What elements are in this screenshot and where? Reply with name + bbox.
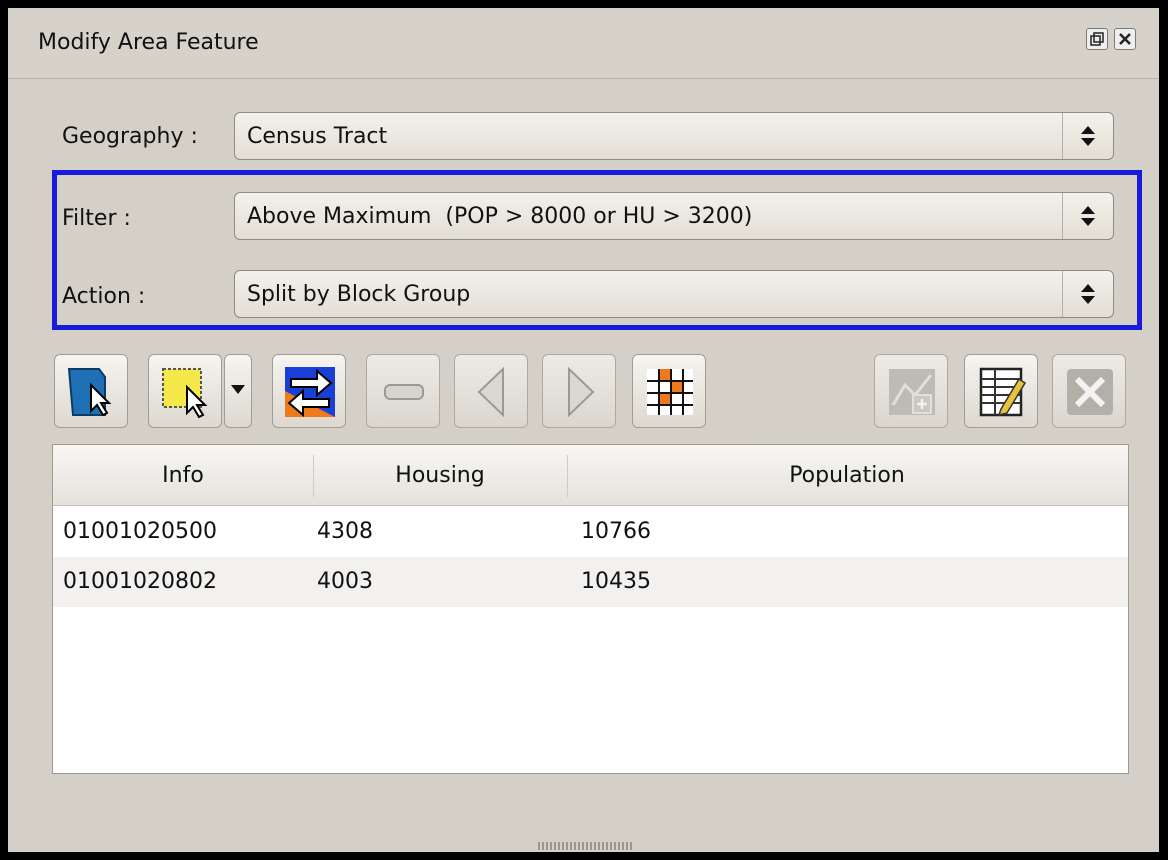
- delete-button[interactable]: [1052, 354, 1126, 428]
- column-header-population[interactable]: Population: [567, 463, 1127, 488]
- filter-value: Above Maximum (POP > 8000 or HU > 3200): [247, 204, 753, 229]
- table-row[interactable]: 01001020500 4308 10766: [53, 507, 1128, 557]
- resize-grip[interactable]: [538, 842, 634, 850]
- float-window-icon[interactable]: [1086, 28, 1108, 50]
- minus-icon: [384, 384, 424, 400]
- cell-housing: 4308: [317, 519, 373, 544]
- column-header-housing[interactable]: Housing: [313, 463, 567, 488]
- add-to-map-icon: [889, 369, 935, 415]
- action-value: Split by Block Group: [247, 282, 471, 307]
- edit-table-button[interactable]: [964, 354, 1038, 428]
- swap-icon: [285, 367, 335, 418]
- select-mode-dropdown[interactable]: [224, 354, 252, 428]
- filter-select[interactable]: Above Maximum (POP > 8000 or HU > 3200): [234, 192, 1114, 240]
- results-table[interactable]: Info Housing Population 01001020500 4308…: [52, 444, 1129, 774]
- add-to-map-button[interactable]: [874, 354, 948, 428]
- cell-housing: 4003: [317, 569, 373, 594]
- updown-arrow-icon: [1062, 113, 1113, 159]
- remove-button[interactable]: [366, 354, 440, 428]
- updown-arrow-icon: [1062, 193, 1113, 239]
- grid-icon: [647, 369, 693, 415]
- rectangle-select-icon: [162, 368, 208, 419]
- rectangle-select-button[interactable]: [148, 354, 222, 428]
- swap-button[interactable]: [272, 354, 346, 428]
- edit-table-icon: [979, 367, 1027, 417]
- modify-area-feature-panel: Modify Area Feature Geography : Census T…: [6, 6, 1161, 854]
- delete-icon: [1067, 369, 1113, 415]
- dropdown-arrow-icon: [231, 385, 245, 394]
- column-header-info[interactable]: Info: [53, 463, 313, 488]
- grid-button[interactable]: [632, 354, 706, 428]
- updown-arrow-icon: [1062, 271, 1113, 317]
- action-label: Action :: [62, 284, 146, 309]
- next-icon: [568, 366, 595, 418]
- table-header: Info Housing Population: [53, 445, 1128, 506]
- geography-label: Geography :: [62, 124, 198, 149]
- geography-value: Census Tract: [247, 124, 388, 149]
- cell-info: 01001020500: [63, 519, 217, 544]
- table-row[interactable]: 01001020802 4003 10435: [53, 557, 1128, 607]
- filter-label: Filter :: [62, 206, 131, 231]
- next-button[interactable]: [542, 354, 616, 428]
- select-feature-icon: [67, 368, 112, 417]
- geography-select[interactable]: Census Tract: [234, 112, 1114, 160]
- cell-population: 10766: [581, 519, 651, 544]
- panel-title: Modify Area Feature: [38, 30, 259, 55]
- panel-titlebar: Modify Area Feature: [8, 8, 1159, 79]
- close-window-icon[interactable]: [1114, 28, 1136, 50]
- cell-info: 01001020802: [63, 569, 217, 594]
- select-feature-button[interactable]: [54, 354, 128, 428]
- previous-button[interactable]: [454, 354, 528, 428]
- action-select[interactable]: Split by Block Group: [234, 270, 1114, 318]
- previous-icon: [477, 366, 504, 418]
- cell-population: 10435: [581, 569, 651, 594]
